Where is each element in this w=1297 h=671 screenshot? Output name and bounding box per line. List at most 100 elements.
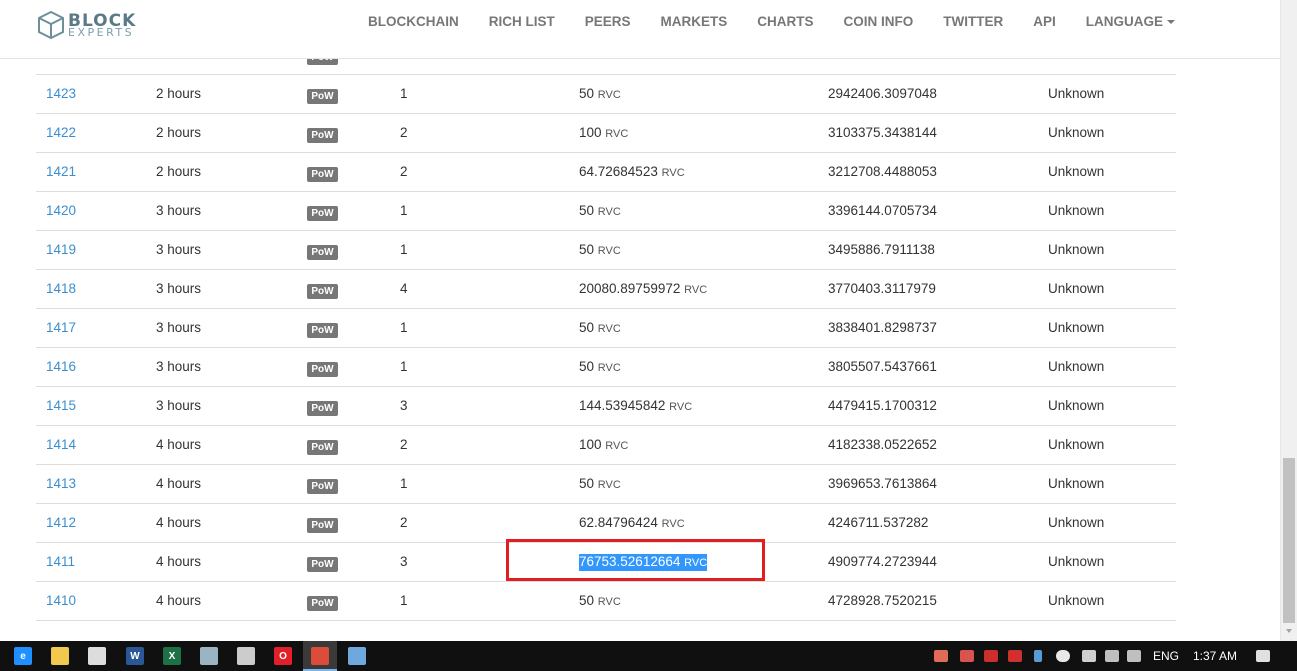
block-height-link[interactable]: 1410 <box>46 593 76 609</box>
nav-markets[interactable]: MARKETS <box>660 14 727 30</box>
opera-icon[interactable]: O <box>274 647 292 665</box>
block-height-link[interactable]: 1415 <box>46 398 76 414</box>
block-type-cell: PoW <box>307 165 338 182</box>
nav-twitter[interactable]: TWITTER <box>943 14 1003 30</box>
wifi-icon[interactable] <box>1105 650 1119 662</box>
table-row: 1419 3 hours PoW 1 50 RVC 3495886.7911138 Unkn… <box>36 231 1176 270</box>
chrome-icon[interactable] <box>311 647 329 665</box>
nav-api[interactable]: API <box>1033 14 1056 30</box>
calculator-icon[interactable] <box>237 647 255 665</box>
block-height-link[interactable]: 1414 <box>46 437 76 453</box>
edge-icon[interactable]: e <box>14 647 32 665</box>
volume-icon[interactable] <box>1127 650 1141 662</box>
amount-unit: RVC <box>597 596 621 608</box>
tray-app-icon[interactable] <box>960 650 974 662</box>
block-age: 3 hours <box>156 320 202 335</box>
difficulty-value: 4479415.1700312 <box>828 398 937 413</box>
block-height-link[interactable]: 1419 <box>46 242 76 258</box>
amount-value: 50 <box>579 203 595 218</box>
amount-unit: RVC <box>597 323 621 335</box>
nav-coin-info[interactable]: COIN INFO <box>843 14 913 30</box>
notifications-icon[interactable] <box>1256 650 1270 662</box>
table-row: 1422 2 hours PoW 2 100 RVC 3103375.3438144 Unk… <box>36 114 1176 153</box>
block-type-cell: PoW <box>307 399 338 416</box>
block-age: 2 hours <box>156 164 202 179</box>
app-icon[interactable] <box>348 647 366 665</box>
table-row: 1423 2 hours PoW 1 50 RVC 2942406.3097048 Unkn… <box>36 75 1176 114</box>
tx-count: 2 <box>400 515 408 530</box>
blockexperts-logo[interactable]: BLOCK EXPERTS <box>36 10 136 42</box>
block-height-link[interactable]: 1423 <box>46 86 76 102</box>
block-type-cell: PoW <box>307 594 338 611</box>
amount-unit: RVC <box>605 440 629 452</box>
tx-count: 1 <box>400 476 408 491</box>
pow-badge: PoW <box>307 557 338 572</box>
block-height-link[interactable]: 1421 <box>46 164 76 180</box>
cube-logo-icon <box>38 10 64 40</box>
block-height-link[interactable]: 1413 <box>46 476 76 492</box>
miner-value: Unknown <box>1048 203 1105 218</box>
tray-vpn-icon[interactable] <box>1008 650 1022 662</box>
block-height-link[interactable]: 1417 <box>46 320 76 336</box>
tray-app-icon[interactable] <box>984 650 998 662</box>
amount-unit: RVC <box>684 284 708 296</box>
onedrive-icon[interactable] <box>1056 650 1070 662</box>
miner-value: Unknown <box>1048 359 1105 374</box>
nav-charts[interactable]: CHARTS <box>757 14 813 30</box>
block-height-link[interactable]: 1412 <box>46 515 76 531</box>
block-amount: 144.53945842 RVC <box>579 398 692 415</box>
pow-badge: PoW <box>307 596 338 611</box>
miner-value: Unknown <box>1048 320 1105 335</box>
amount-value: 50 <box>579 86 595 101</box>
tray-app-icon[interactable] <box>934 650 948 662</box>
caret-down-icon <box>1167 20 1175 25</box>
nav-blockchain[interactable]: BLOCKCHAIN <box>368 14 459 30</box>
block-age: 4 hours <box>156 554 202 569</box>
bluetooth-icon[interactable] <box>1034 650 1042 662</box>
block-type-cell: PoW <box>307 516 338 533</box>
amount-unit: RVC <box>605 128 629 140</box>
scroll-down-arrow-icon[interactable] <box>1286 629 1292 633</box>
scrollbar-thumb[interactable] <box>1283 458 1295 623</box>
amount-value: 62.84796424 <box>579 515 658 530</box>
clock[interactable]: 1:37 AM <box>1193 649 1237 663</box>
excel-icon[interactable]: X <box>163 647 181 665</box>
block-height-link[interactable]: 1416 <box>46 359 76 375</box>
block-amount: 50 RVC <box>579 86 621 103</box>
chat-icon[interactable] <box>1082 650 1096 662</box>
difficulty-value: 4728928.7520215 <box>828 593 937 608</box>
miner-value: Unknown <box>1048 398 1105 413</box>
block-height-link[interactable]: 1418 <box>46 281 76 297</box>
word-icon[interactable]: W <box>126 647 144 665</box>
amount-unit: RVC <box>597 89 621 101</box>
nav-language-dropdown[interactable]: LANGUAGE <box>1086 14 1175 30</box>
block-height-link[interactable]: 1411 <box>46 554 75 570</box>
tx-count: 1 <box>400 359 408 374</box>
miner-value: Unknown <box>1048 593 1105 608</box>
block-type-cell: PoW <box>307 438 338 455</box>
difficulty-value: 4182338.0522652 <box>828 437 937 452</box>
block-age: 3 hours <box>156 281 202 296</box>
nav-rich-list[interactable]: RICH LIST <box>489 14 555 30</box>
block-amount: 50 RVC <box>579 203 621 220</box>
amount-value: 50 <box>579 359 595 374</box>
amount-value: 50 <box>579 242 595 257</box>
language-indicator[interactable]: ENG <box>1153 649 1179 663</box>
store-icon[interactable] <box>88 647 106 665</box>
block-type-cell: PoW <box>307 321 338 338</box>
file-explorer-icon[interactable] <box>51 647 69 665</box>
paint-icon[interactable] <box>200 647 218 665</box>
nav-peers[interactable]: PEERS <box>585 14 631 30</box>
difficulty-value: 3212708.4488053 <box>828 164 937 179</box>
block-height-link[interactable]: 1420 <box>46 203 76 219</box>
vertical-scrollbar[interactable] <box>1280 0 1297 641</box>
amount-unit: RVC <box>597 245 621 257</box>
block-height-link[interactable]: 1422 <box>46 125 76 141</box>
table-row: 1414 4 hours PoW 2 100 RVC 4182338.0522652 Unk… <box>36 426 1176 465</box>
tx-count: 3 <box>400 398 408 413</box>
pow-badge: PoW <box>307 167 338 182</box>
block-amount: 100 RVC <box>579 437 628 454</box>
difficulty-value: 3969653.7613864 <box>828 476 937 491</box>
table-row: 1413 4 hours PoW 1 50 RVC 3969653.7613864 Unkn… <box>36 465 1176 504</box>
tx-count: 2 <box>400 164 408 179</box>
